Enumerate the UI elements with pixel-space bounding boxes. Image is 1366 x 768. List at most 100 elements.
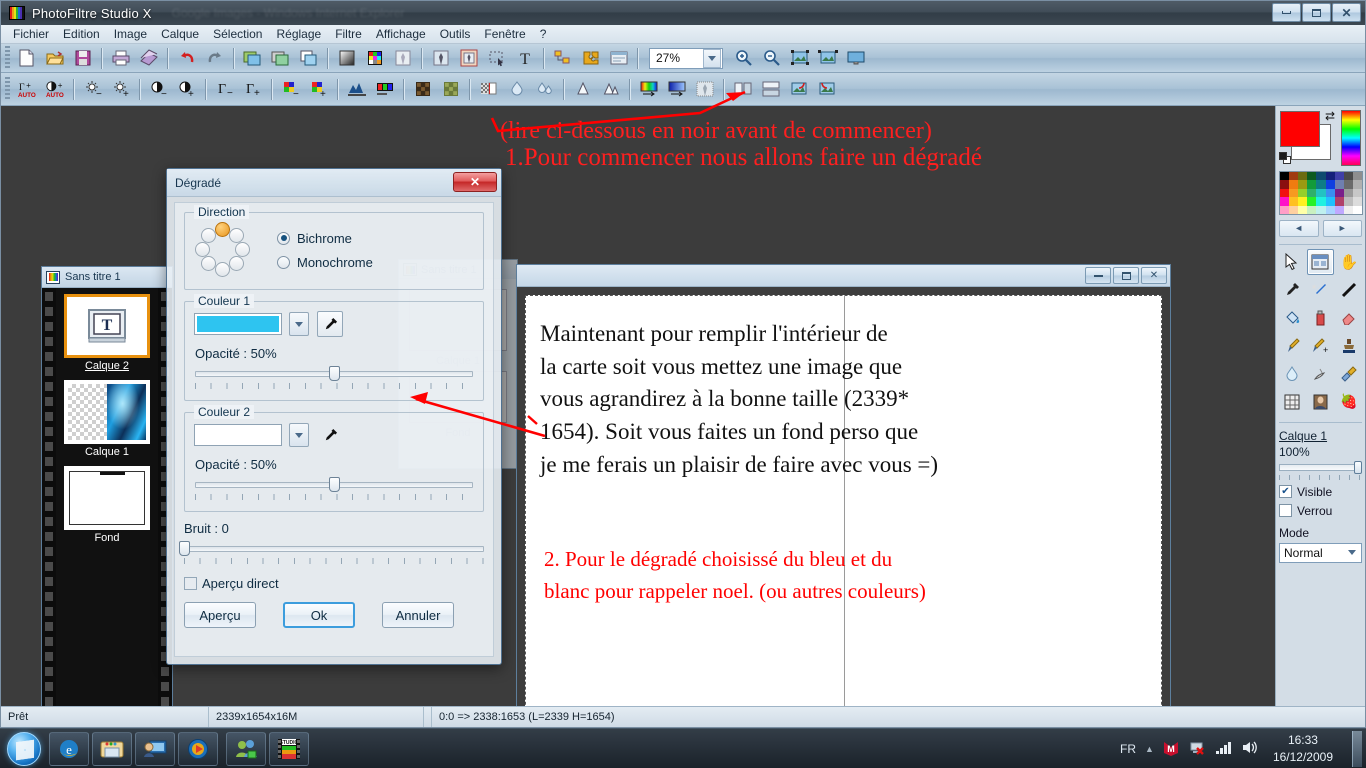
paste-image-button[interactable] — [268, 46, 294, 71]
dialog-titlebar[interactable]: Dégradé ✕ — [167, 169, 501, 197]
color-palette[interactable] — [1279, 171, 1363, 215]
minimize-button[interactable] — [1272, 3, 1301, 22]
direction-option[interactable] — [235, 242, 250, 257]
hue-strip-icon[interactable] — [1341, 110, 1361, 166]
menu-selection[interactable]: Sélection — [206, 25, 269, 43]
slider-thumb[interactable] — [329, 366, 340, 381]
print-button[interactable] — [108, 46, 134, 71]
quicklaunch-media-player[interactable] — [178, 731, 218, 766]
rotate-left-button[interactable] — [786, 77, 812, 102]
start-button[interactable] — [2, 731, 46, 767]
palette-swatch[interactable] — [1289, 180, 1299, 189]
new-document-button[interactable] — [14, 46, 40, 71]
direction-option[interactable] — [200, 227, 216, 243]
bichrome-radio-row[interactable]: Bichrome — [277, 231, 373, 246]
copy-image-button[interactable] — [240, 46, 266, 71]
arrow-select-tool[interactable] — [1279, 249, 1305, 275]
zoom-out-button[interactable] — [759, 46, 785, 71]
canvas-area[interactable]: Maintenant pour remplir l'intérieur de l… — [517, 287, 1170, 706]
hand-tool[interactable]: ✋ — [1336, 249, 1362, 275]
main-document-window[interactable]: ✕ Maintenant pour remplir l'intérieur de… — [516, 264, 1171, 706]
palette-prev-button[interactable]: ◄ — [1279, 219, 1319, 237]
color-balance-button[interactable] — [372, 77, 398, 102]
magic-wand-tool[interactable] — [1307, 277, 1333, 303]
layer-visible-row[interactable]: ✔ Visible — [1279, 485, 1362, 499]
direction-ring[interactable] — [195, 222, 251, 278]
grayscale-button[interactable] — [334, 46, 360, 71]
title-bar[interactable]: PhotoFiltre Studio X Google Images - Win… — [1, 1, 1365, 25]
layer-item-fond[interactable]: Fond — [64, 466, 150, 544]
zoom-combo[interactable]: 27% — [649, 47, 723, 69]
layer-thumbnail-calque1[interactable] — [64, 380, 150, 444]
duplicate-image-button[interactable] — [296, 46, 322, 71]
layer-item-calque2[interactable]: T Calque 2 — [64, 294, 150, 372]
palette-swatch[interactable] — [1334, 205, 1344, 214]
color-mode-button[interactable] — [362, 46, 388, 71]
palette-swatch[interactable] — [1307, 205, 1317, 214]
direction-option[interactable] — [215, 262, 230, 277]
palette-swatch[interactable] — [1334, 197, 1344, 206]
batch-print-button[interactable] — [136, 46, 162, 71]
menu-filtre[interactable]: Filtre — [328, 25, 369, 43]
signal-bars-icon[interactable] — [1215, 740, 1232, 758]
quicklaunch-remote-desktop[interactable] — [135, 731, 175, 766]
palette-swatch[interactable] — [1325, 197, 1335, 206]
strawberry-tool[interactable]: 🍓 — [1336, 389, 1362, 415]
actual-size-button[interactable] — [815, 46, 841, 71]
direction-option[interactable] — [195, 242, 210, 257]
show-desktop-button[interactable] — [1352, 730, 1362, 767]
palette-swatch[interactable] — [1334, 172, 1344, 181]
layer-thumbnail-calque2[interactable]: T — [64, 294, 150, 358]
photo-tool[interactable] — [1307, 389, 1333, 415]
palette-swatch[interactable] — [1334, 188, 1344, 198]
contrast-up-button[interactable]: + — [174, 77, 200, 102]
palette-swatch[interactable] — [1289, 172, 1299, 181]
palette-swatch[interactable] — [1343, 205, 1353, 214]
palette-swatch[interactable] — [1316, 197, 1326, 206]
swap-colors-icon[interactable]: ⇄ — [1325, 110, 1335, 122]
rotate-right-button[interactable] — [814, 77, 840, 102]
direction-option[interactable] — [200, 256, 216, 272]
quicklaunch-windows-explorer[interactable] — [92, 731, 132, 766]
palette-swatch[interactable] — [1307, 197, 1317, 206]
palette-swatch[interactable] — [1298, 180, 1308, 189]
blur-button[interactable] — [504, 77, 530, 102]
auto-contrast-button[interactable]: + AUTO — [42, 77, 68, 102]
mask-button[interactable] — [428, 46, 454, 71]
paintbrush-tool[interactable] — [1279, 333, 1305, 359]
histogram-button[interactable] — [344, 77, 370, 102]
undo-button[interactable] — [174, 46, 200, 71]
ok-button[interactable]: Ok — [283, 602, 355, 628]
tray-language[interactable]: FR — [1120, 742, 1136, 756]
doc-maximize-button[interactable] — [1113, 267, 1139, 284]
menu-fichier[interactable]: Fichier — [6, 25, 56, 43]
main-document-titlebar[interactable]: ✕ — [517, 265, 1170, 287]
current-layer-name[interactable]: Calque 1 — [1279, 429, 1362, 443]
menu-affichage[interactable]: Affichage — [369, 25, 433, 43]
cancel-button[interactable]: Annuler — [382, 602, 454, 628]
paint-bucket-tool[interactable] — [1279, 305, 1305, 331]
palette-next-button[interactable]: ► — [1322, 219, 1362, 237]
shapes-button[interactable] — [550, 46, 576, 71]
palette-swatch[interactable] — [1280, 197, 1290, 206]
palette-swatch[interactable] — [1343, 188, 1353, 198]
palette-swatch[interactable] — [1343, 197, 1353, 206]
slider-thumb[interactable] — [1354, 460, 1362, 474]
fit-image-button[interactable] — [787, 46, 813, 71]
couleur2-opacity-slider[interactable] — [195, 477, 473, 492]
layers-window[interactable]: Sans titre 1 T Calque 2 Calque 1 Fond — [41, 266, 173, 706]
gamma-up-button[interactable]: Γ + — [240, 77, 266, 102]
grid-tool[interactable] — [1279, 389, 1305, 415]
mirror-button[interactable] — [730, 77, 756, 102]
open-folder-button[interactable] — [42, 46, 68, 71]
menu-help[interactable]: ? — [533, 25, 554, 43]
menu-reglage[interactable]: Réglage — [269, 25, 328, 43]
brightness-down-button[interactable]: − — [80, 77, 106, 102]
clean-brush-tool[interactable] — [1336, 361, 1362, 387]
direction-option[interactable] — [229, 227, 245, 243]
pattern-button[interactable] — [476, 77, 502, 102]
slider-thumb[interactable] — [329, 477, 340, 492]
puzzle-button[interactable] — [578, 46, 604, 71]
save-button[interactable] — [70, 46, 96, 71]
palette-swatch[interactable] — [1334, 180, 1344, 189]
